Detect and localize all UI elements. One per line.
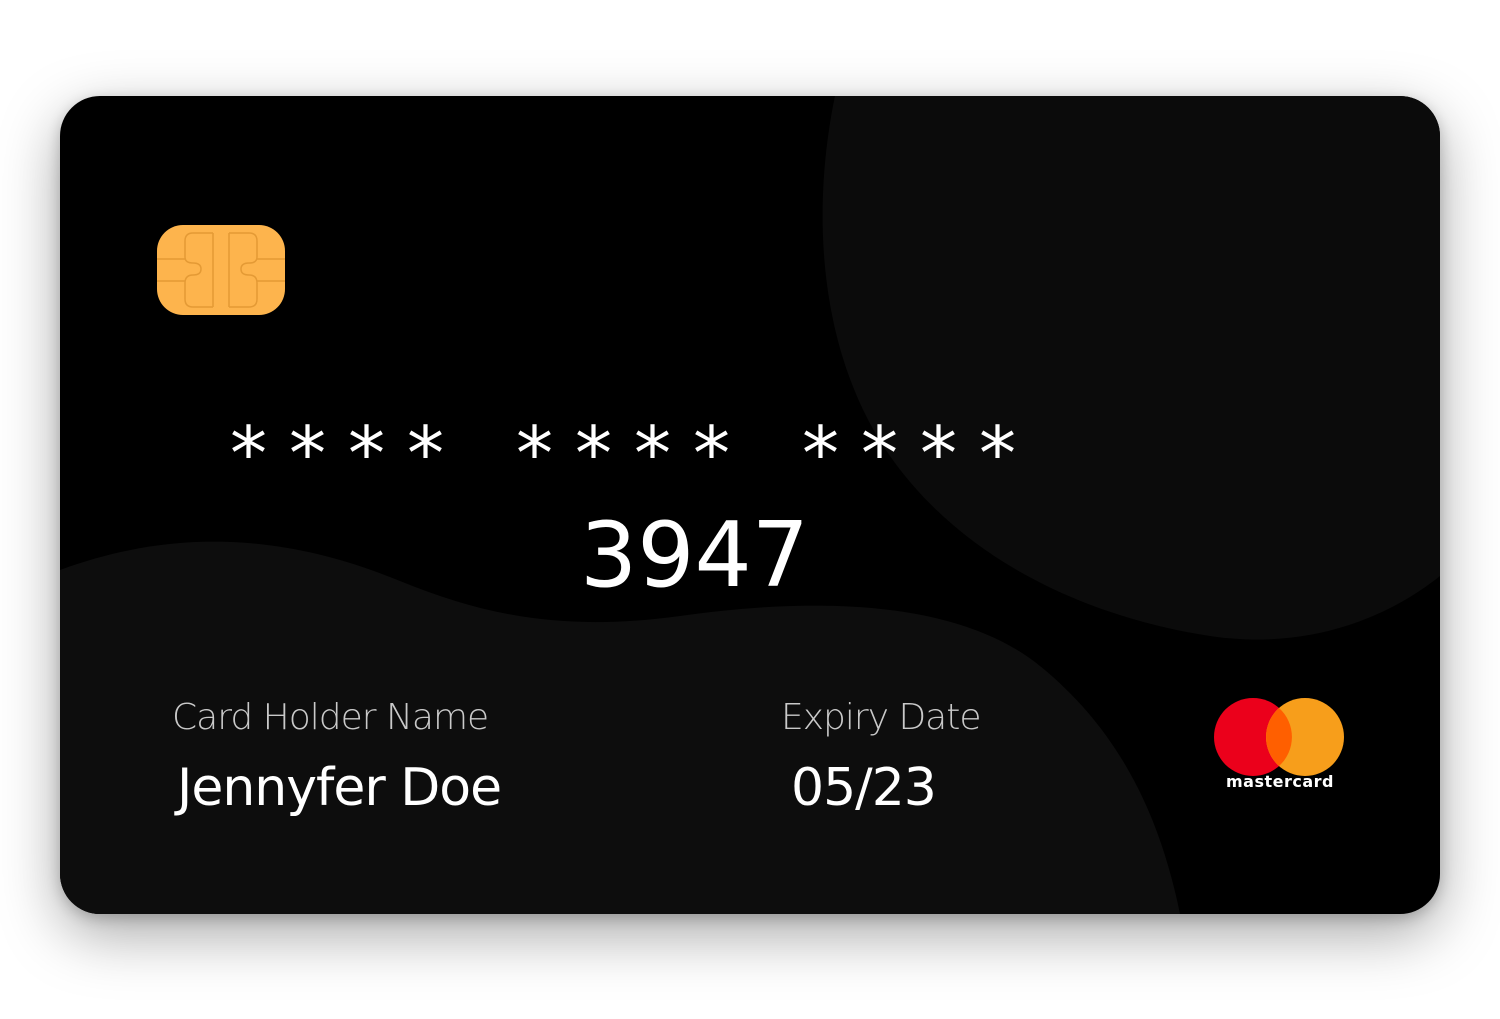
- masked-card-number: **** **** ****: [230, 414, 1160, 494]
- card-last-digits: 3947: [580, 503, 810, 608]
- card-brand: mastercard: [1210, 694, 1350, 804]
- credit-card[interactable]: **** **** **** 3947 Card Holder Name Jen…: [60, 96, 1440, 914]
- brand-wordmark: mastercard: [1225, 772, 1334, 791]
- expiry-date-label: Expiry Date: [781, 697, 981, 738]
- mastercard-logo-icon: [1214, 698, 1344, 776]
- masked-group-3: ****: [802, 411, 1038, 497]
- stage: **** **** **** 3947 Card Holder Name Jen…: [0, 0, 1500, 1019]
- masked-group-2: ****: [516, 411, 752, 497]
- card-holder-name: Jennyfer Doe: [177, 758, 502, 818]
- emv-chip-icon: [157, 225, 285, 315]
- card-holder-label: Card Holder Name: [172, 697, 489, 738]
- expiry-date-value: 05/23: [791, 758, 937, 818]
- masked-group-1: ****: [230, 411, 466, 497]
- top-right-arc-shape: [822, 96, 1440, 640]
